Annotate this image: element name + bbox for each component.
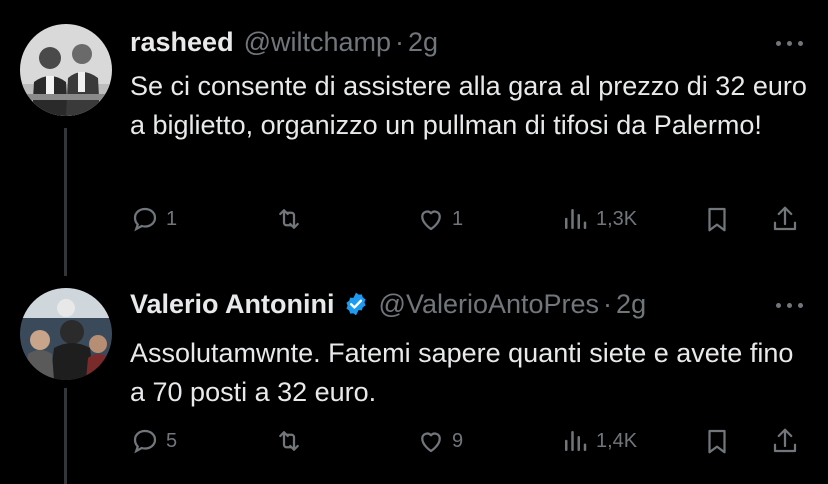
bookmark-icon: [708, 429, 726, 454]
share-icon: [773, 206, 797, 231]
views-count: 1,4K: [596, 429, 638, 452]
views-icon: [565, 209, 587, 229]
heart-icon: [421, 432, 441, 453]
reply-button[interactable]: 1: [130, 204, 177, 234]
retweet-icon: [279, 431, 299, 451]
retweet-icon: [279, 209, 299, 229]
separator-dot: ·: [603, 289, 613, 319]
display-name[interactable]: rasheed: [130, 26, 234, 58]
views-button[interactable]: 1,4K: [560, 426, 637, 456]
tweet[interactable]: rasheed @wiltchamp · 2g Se ci consente d…: [0, 0, 828, 276]
like-count: 1: [452, 207, 464, 230]
timestamp[interactable]: 2g: [408, 26, 438, 58]
tweet-text: Assolutamwnte. Fatemi sapere quanti siet…: [130, 338, 794, 407]
user-handle[interactable]: @ValerioAntoPres: [379, 288, 600, 320]
tweet-header: rasheed @wiltchamp · 2g: [130, 26, 438, 58]
thread-line: [64, 388, 67, 484]
verified-badge-icon[interactable]: [343, 291, 369, 317]
retweet-button[interactable]: [274, 426, 304, 456]
heart-icon: [421, 210, 441, 231]
reply-count: 5: [166, 429, 178, 452]
like-button[interactable]: 9: [416, 426, 463, 456]
reply-button[interactable]: 5: [130, 426, 177, 456]
action-bar: 5 9 1,4K: [130, 426, 810, 460]
separator-dot: ·: [395, 27, 405, 57]
share-icon: [773, 428, 797, 453]
tweet[interactable]: Valerio Antonini @ValerioAntoPres · 2g A…: [0, 262, 828, 484]
reply-icon: [133, 429, 157, 454]
more-options-icon[interactable]: [776, 38, 806, 48]
avatar[interactable]: [20, 288, 112, 380]
bookmark-button[interactable]: [702, 204, 732, 234]
reply-count: 1: [166, 207, 178, 230]
tweet-text: Se ci consente di assistere alla gara al…: [130, 71, 807, 140]
retweet-button[interactable]: [274, 204, 304, 234]
more-options-icon[interactable]: [776, 300, 806, 310]
bookmark-icon: [708, 207, 726, 232]
thread-line: [64, 128, 67, 276]
views-count: 1,3K: [596, 207, 638, 230]
reply-icon: [133, 207, 157, 232]
avatar[interactable]: [20, 24, 112, 116]
like-count: 9: [452, 429, 464, 452]
timestamp[interactable]: 2g: [616, 288, 646, 320]
tweet-header: Valerio Antonini @ValerioAntoPres · 2g: [130, 288, 646, 320]
action-bar: 1 1 1,3K: [130, 204, 810, 238]
user-handle[interactable]: @wiltchamp: [244, 26, 391, 58]
views-button[interactable]: 1,3K: [560, 204, 637, 234]
views-icon: [565, 431, 587, 451]
share-button[interactable]: [770, 426, 800, 456]
share-button[interactable]: [770, 204, 800, 234]
display-name[interactable]: Valerio Antonini: [130, 288, 335, 320]
like-button[interactable]: 1: [416, 204, 463, 234]
bookmark-button[interactable]: [702, 426, 732, 456]
